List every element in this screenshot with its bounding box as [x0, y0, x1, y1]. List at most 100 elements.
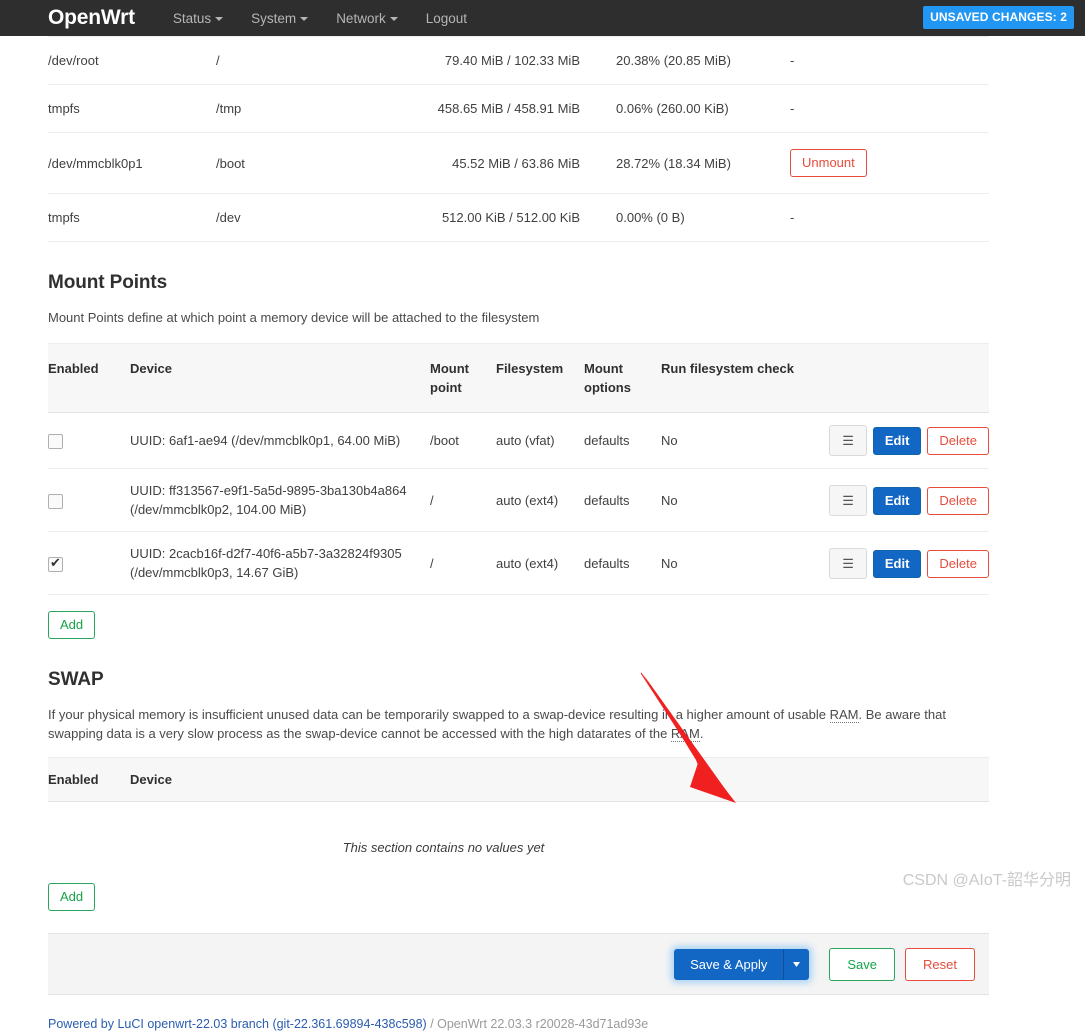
table-row: tmpfs/dev512.00 KiB / 512.00 KiB0.00% (0… [48, 194, 989, 242]
chevron-down-icon [300, 17, 308, 21]
nav-items: Status System Network Logout [173, 11, 495, 26]
unmount-action-cell: - [790, 194, 989, 242]
delete-button[interactable]: Delete [927, 550, 989, 578]
save-button[interactable]: Save [829, 948, 895, 981]
enabled-cell [48, 532, 130, 595]
mount-point-cell: / [216, 37, 406, 85]
edit-button[interactable]: Edit [873, 550, 922, 578]
delete-button[interactable]: Delete [927, 427, 989, 455]
used-cell: 28.72% (18.34 MiB) [598, 133, 790, 194]
enabled-checkbox[interactable] [48, 434, 63, 449]
available-cell: 45.52 MiB / 63.86 MiB [406, 133, 598, 194]
filesystem-device-cell: /dev/mmcblk0p1 [48, 133, 216, 194]
unmount-action-cell: Unmount [790, 133, 989, 194]
filesystem-cell: auto (ext4) [496, 469, 584, 532]
enabled-checkbox[interactable] [48, 494, 63, 509]
row-actions-cell: ☰EditDelete [811, 532, 989, 595]
column-header-actions [811, 344, 989, 413]
save-apply-split-button: Save & Apply [674, 949, 809, 980]
column-header-mount-options: Mount options [584, 344, 661, 413]
add-swap-button[interactable]: Add [48, 883, 95, 911]
used-cell: 0.06% (260.00 KiB) [598, 85, 790, 133]
swap-column-header-enabled: Enabled [48, 758, 130, 802]
available-cell: 458.65 MiB / 458.91 MiB [406, 85, 598, 133]
unmount-action-cell: - [790, 85, 989, 133]
unmount-action-cell: - [790, 37, 989, 85]
column-header-run-filesystem-check: Run filesystem check [661, 344, 811, 413]
filesystem-device-cell: tmpfs [48, 85, 216, 133]
ram-abbr-icon: RAM [830, 707, 859, 723]
swap-empty-placeholder: This section contains no values yet [48, 802, 839, 855]
run-filesystem-check-cell: No [661, 532, 811, 595]
csdn-watermark: CSDN @AIoT-韶华分明 [903, 866, 1071, 890]
nav-item-network-label: Network [336, 11, 386, 26]
swap-description: If your physical memory is insufficient … [48, 705, 989, 743]
nav-item-logout[interactable]: Logout [426, 11, 467, 26]
mount-points-add-row: Add [48, 611, 989, 639]
mount-points-table: Enabled Device Mount point Filesystem Mo… [48, 343, 989, 595]
enabled-cell [48, 469, 130, 532]
chevron-down-icon [215, 17, 223, 21]
hamburger-icon[interactable]: ☰ [829, 485, 867, 516]
run-filesystem-check-cell: No [661, 413, 811, 469]
swap-heading: SWAP [48, 669, 989, 691]
used-cell: 20.38% (20.85 MiB) [598, 37, 790, 85]
mount-options-cell: defaults [584, 413, 661, 469]
mount-point-cell: /boot [430, 413, 496, 469]
mount-point-cell: /dev [216, 194, 406, 242]
save-and-apply-button[interactable]: Save & Apply [674, 949, 784, 980]
column-header-device: Device [130, 344, 430, 413]
nav-item-status-label: Status [173, 11, 211, 26]
chevron-down-icon [793, 962, 800, 967]
edit-button[interactable]: Edit [873, 427, 922, 455]
table-row: /dev/root/79.40 MiB / 102.33 MiB20.38% (… [48, 37, 989, 85]
table-row: UUID: 2cacb16f-d2f7-40f6-a5b7-3a32824f93… [48, 532, 989, 595]
edit-button[interactable]: Edit [873, 487, 922, 515]
unmount-button[interactable]: Unmount [790, 149, 867, 177]
column-header-filesystem: Filesystem [496, 344, 584, 413]
reset-button[interactable]: Reset [905, 948, 975, 981]
table-row: tmpfs/tmp458.65 MiB / 458.91 MiB0.06% (2… [48, 85, 989, 133]
nav-item-logout-label: Logout [426, 11, 467, 26]
filesystem-cell: auto (vfat) [496, 413, 584, 469]
enabled-checkbox[interactable] [48, 557, 63, 572]
nav-item-system[interactable]: System [251, 11, 308, 26]
device-cell: UUID: 6af1-ae94 (/dev/mmcblk0p1, 64.00 M… [130, 413, 430, 469]
enabled-cell [48, 413, 130, 469]
hamburger-icon[interactable]: ☰ [829, 548, 867, 579]
table-row: /dev/mmcblk0p1/boot45.52 MiB / 63.86 MiB… [48, 133, 989, 194]
swap-table-header: Enabled Device [48, 758, 989, 802]
filesystem-device-cell: tmpfs [48, 194, 216, 242]
hamburger-icon[interactable]: ☰ [829, 425, 867, 456]
table-row: UUID: ff313567-e9f1-5a5d-9895-3ba130b4a8… [48, 469, 989, 532]
unsaved-changes-badge[interactable]: UNSAVED CHANGES: 2 [923, 6, 1074, 29]
add-mount-point-button[interactable]: Add [48, 611, 95, 639]
device-cell: UUID: 2cacb16f-d2f7-40f6-a5b7-3a32824f93… [130, 532, 430, 595]
device-cell-line2: (/dev/mmcblk0p3, 14.67 GiB) [130, 565, 298, 580]
available-cell: 79.40 MiB / 102.33 MiB [406, 37, 598, 85]
action-bar: Save & Apply Save Reset [48, 933, 989, 995]
nav-item-network[interactable]: Network [336, 11, 398, 26]
nav-item-status[interactable]: Status [173, 11, 223, 26]
row-actions-cell: ☰EditDelete [811, 469, 989, 532]
delete-button[interactable]: Delete [927, 487, 989, 515]
ram-abbr-icon: RAM [671, 726, 700, 742]
column-header-enabled: Enabled [48, 344, 130, 413]
filesystem-cell: auto (ext4) [496, 532, 584, 595]
page-container: /dev/root/79.40 MiB / 102.33 MiB20.38% (… [48, 36, 989, 995]
chevron-down-icon [390, 17, 398, 21]
available-cell: 512.00 KiB / 512.00 KiB [406, 194, 598, 242]
top-navigation-bar: OpenWrt Status System Network Logout UNS… [0, 0, 1085, 36]
mount-points-heading: Mount Points [48, 272, 989, 294]
swap-desc-part3: . [700, 726, 704, 741]
swap-table: Enabled Device [48, 757, 989, 802]
run-filesystem-check-cell: No [661, 469, 811, 532]
openwrt-version-text: / OpenWrt 22.03.3 r20028-43d71ad93e [427, 1017, 648, 1031]
table-row: UUID: 6af1-ae94 (/dev/mmcblk0p1, 64.00 M… [48, 413, 989, 469]
luci-version-link[interactable]: Powered by LuCI openwrt-22.03 branch (gi… [48, 1017, 427, 1031]
swap-desc-part1: If your physical memory is insufficient … [48, 707, 830, 722]
filesystem-device-cell: /dev/root [48, 37, 216, 85]
save-apply-dropdown-toggle[interactable] [784, 949, 809, 980]
openwrt-logo[interactable]: OpenWrt [48, 6, 135, 30]
column-header-mount-point: Mount point [430, 344, 496, 413]
